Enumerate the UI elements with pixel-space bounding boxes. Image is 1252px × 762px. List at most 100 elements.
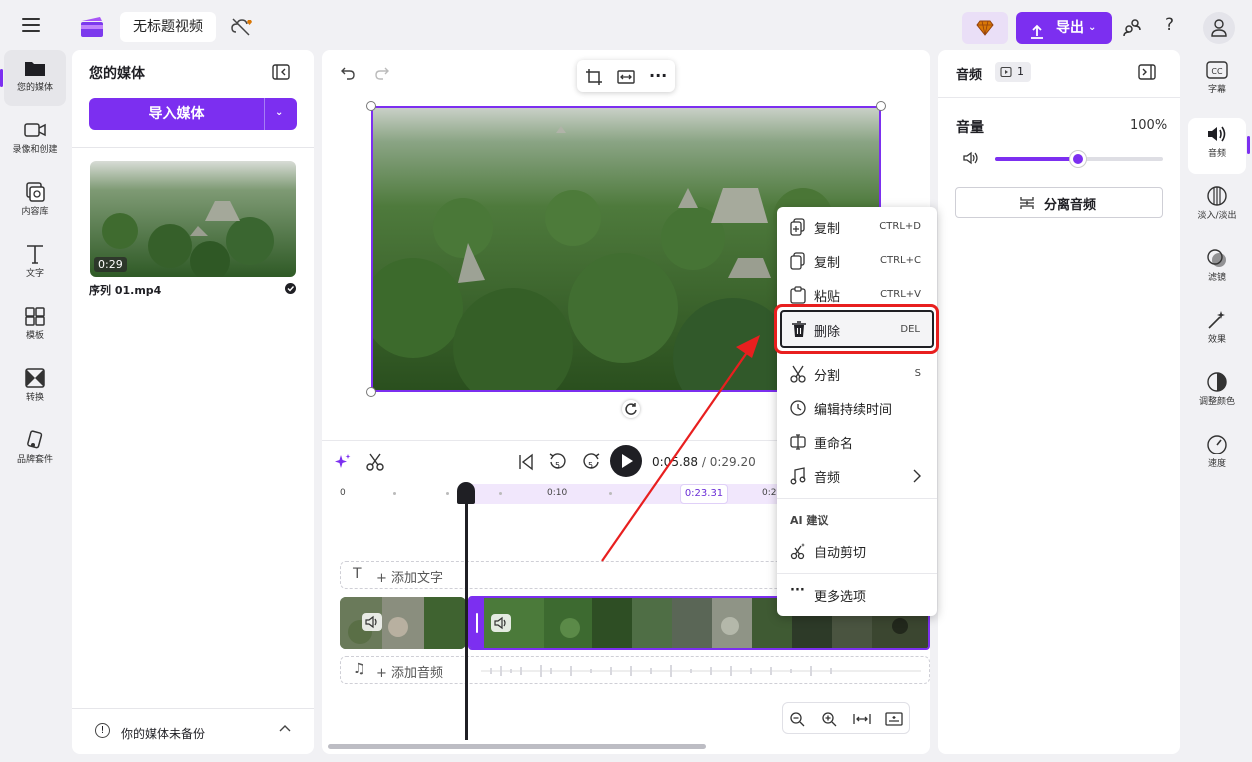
rail-label: 文字 [25,269,44,279]
chevron-up-icon[interactable] [278,722,292,736]
cloud-offline-icon[interactable] [230,16,254,38]
crop-icon[interactable] [585,68,603,89]
fit-timeline-icon[interactable] [853,711,871,730]
rail-item-effects[interactable]: 效果 [1188,304,1246,360]
diamond-icon [976,20,994,36]
speaker-icon[interactable] [962,150,980,169]
share-icon[interactable] [1122,17,1142,40]
rail-item-text[interactable]: 文字 [4,236,66,292]
menu-icon[interactable] [22,18,40,32]
clip-trim-handle[interactable] [470,598,484,648]
more-icon[interactable]: ··· [649,66,667,85]
menu-item-split[interactable]: 分割 S [777,359,937,389]
rail-item-audio[interactable]: 音频 [1188,118,1246,174]
rail-item-your-media[interactable]: 您的媒体 [4,50,66,106]
divider [777,498,937,499]
resize-handle[interactable] [876,101,886,111]
transition-icon [25,368,45,388]
rail-item-brand-kit[interactable]: 品牌套件 [4,422,66,478]
top-bar: 无标题视频 导出 ⌄ ? [0,0,1252,52]
horizontal-scrollbar[interactable] [328,744,706,749]
folder-icon [25,62,45,76]
volume-icon[interactable] [491,614,511,632]
media-filename: 序列 01.mp4 [89,284,162,297]
resize-handle[interactable] [366,101,376,111]
rail-label: 内容库 [21,207,49,217]
check-icon [285,283,296,294]
rail-label: 效果 [1207,335,1226,345]
volume-slider-fill [995,157,1078,161]
menu-item-delete[interactable]: 删除 DEL [780,310,934,348]
ruler-tick: 0:10 [547,488,568,498]
caption-track-icon[interactable] [885,711,903,730]
rail-item-templates[interactable]: 模板 [4,298,66,354]
sparkle-icon[interactable] [334,453,352,474]
add-audio-label: + 添加音频 [376,666,444,681]
clip-count: 1 [1017,65,1024,78]
media-panel: 您的媒体 导入媒体 ⌄ 0:29 序列 01.mp4 ! 你的媒体未备份 [72,50,314,754]
playhead[interactable] [465,490,468,740]
close-panel-icon[interactable] [1138,64,1156,83]
rewind-5-icon[interactable]: 5 [548,453,568,474]
fit-icon[interactable] [617,68,635,89]
rail-item-captions[interactable]: CC 字幕 [1188,54,1246,110]
ruler-tick: 0 [340,488,346,498]
resize-handle[interactable] [366,387,376,397]
rail-item-fade[interactable]: 淡入/淡出 [1188,180,1246,236]
collapse-panel-icon[interactable] [272,64,290,83]
menu-item-rename[interactable]: 重命名 [777,427,937,457]
menu-item-edit-duration[interactable]: 编辑持续时间 [777,393,937,423]
rail-item-library[interactable]: 内容库 [4,174,66,230]
duplicate-icon [790,218,806,240]
volume-slider-thumb[interactable] [1070,151,1086,167]
ruler-dot [499,492,502,495]
rail-item-speed[interactable]: 速度 [1188,428,1246,484]
zoom-controls [782,702,910,734]
menu-item-audio[interactable]: 音频 [777,461,937,491]
audio-properties-panel: 音频 1 音量 100% 分离音频 [938,50,1180,754]
project-title[interactable]: 无标题视频 [120,12,216,42]
chevron-down-icon[interactable]: ⌄ [275,107,283,118]
redo-icon[interactable] [374,65,390,84]
premium-button[interactable] [962,12,1008,44]
video-clip[interactable] [340,597,466,649]
add-audio-track[interactable]: ♫ + 添加音频 [340,656,930,684]
video-icon [1000,66,1012,78]
zoom-in-icon[interactable] [821,711,837,730]
playhead-handle[interactable] [457,482,475,504]
menu-item-duplicate[interactable]: 复制 CTRL+D [777,212,937,242]
export-button[interactable]: 导出 ⌄ [1016,12,1112,44]
menu-item-auto-cut[interactable]: 自动剪切 [777,536,937,566]
menu-label: 自动剪切 [814,546,867,561]
detach-audio-button[interactable]: 分离音频 [955,187,1163,218]
menu-item-more-options[interactable]: ··· 更多选项 [777,580,937,610]
media-thumbnail[interactable]: 0:29 [90,161,296,277]
library-icon [26,182,45,202]
volume-icon[interactable] [362,613,382,631]
split-scissors-icon[interactable] [366,453,384,474]
rail-item-transitions[interactable]: 转换 [4,360,66,416]
zoom-out-icon[interactable] [789,711,805,730]
brand-kit-icon [27,430,43,449]
panel-title: 音频 [956,68,983,83]
speed-icon [1207,435,1227,454]
rail-label: 模板 [25,331,44,341]
skip-to-start-icon[interactable] [517,453,535,474]
speaker-icon [1208,126,1226,142]
undo-icon[interactable] [340,65,356,84]
context-menu: 复制 CTRL+D 复制 CTRL+C 粘贴 CTRL+V 分割 S 编辑持续时… [777,207,937,616]
rail-item-record[interactable]: 录像和创建 [4,112,66,168]
rail-item-adjust-colors[interactable]: 调整颜色 [1188,366,1246,422]
backup-notice[interactable]: ! 你的媒体未备份 [72,708,314,754]
import-media-button[interactable]: 导入媒体 ⌄ [89,98,297,130]
rail-item-filters[interactable]: 滤镜 [1188,242,1246,298]
add-text-label: + 添加文字 [376,571,444,586]
volume-label: 音量 [956,120,984,136]
menu-shortcut: CTRL+V [880,289,921,300]
rail-label: 淡入/淡出 [1197,211,1237,221]
help-icon[interactable]: ? [1165,15,1174,35]
avatar[interactable] [1203,12,1235,44]
auto-cut-icon [790,542,806,564]
menu-item-copy[interactable]: 复制 CTRL+C [777,246,937,276]
captions-icon: CC [1206,61,1228,79]
